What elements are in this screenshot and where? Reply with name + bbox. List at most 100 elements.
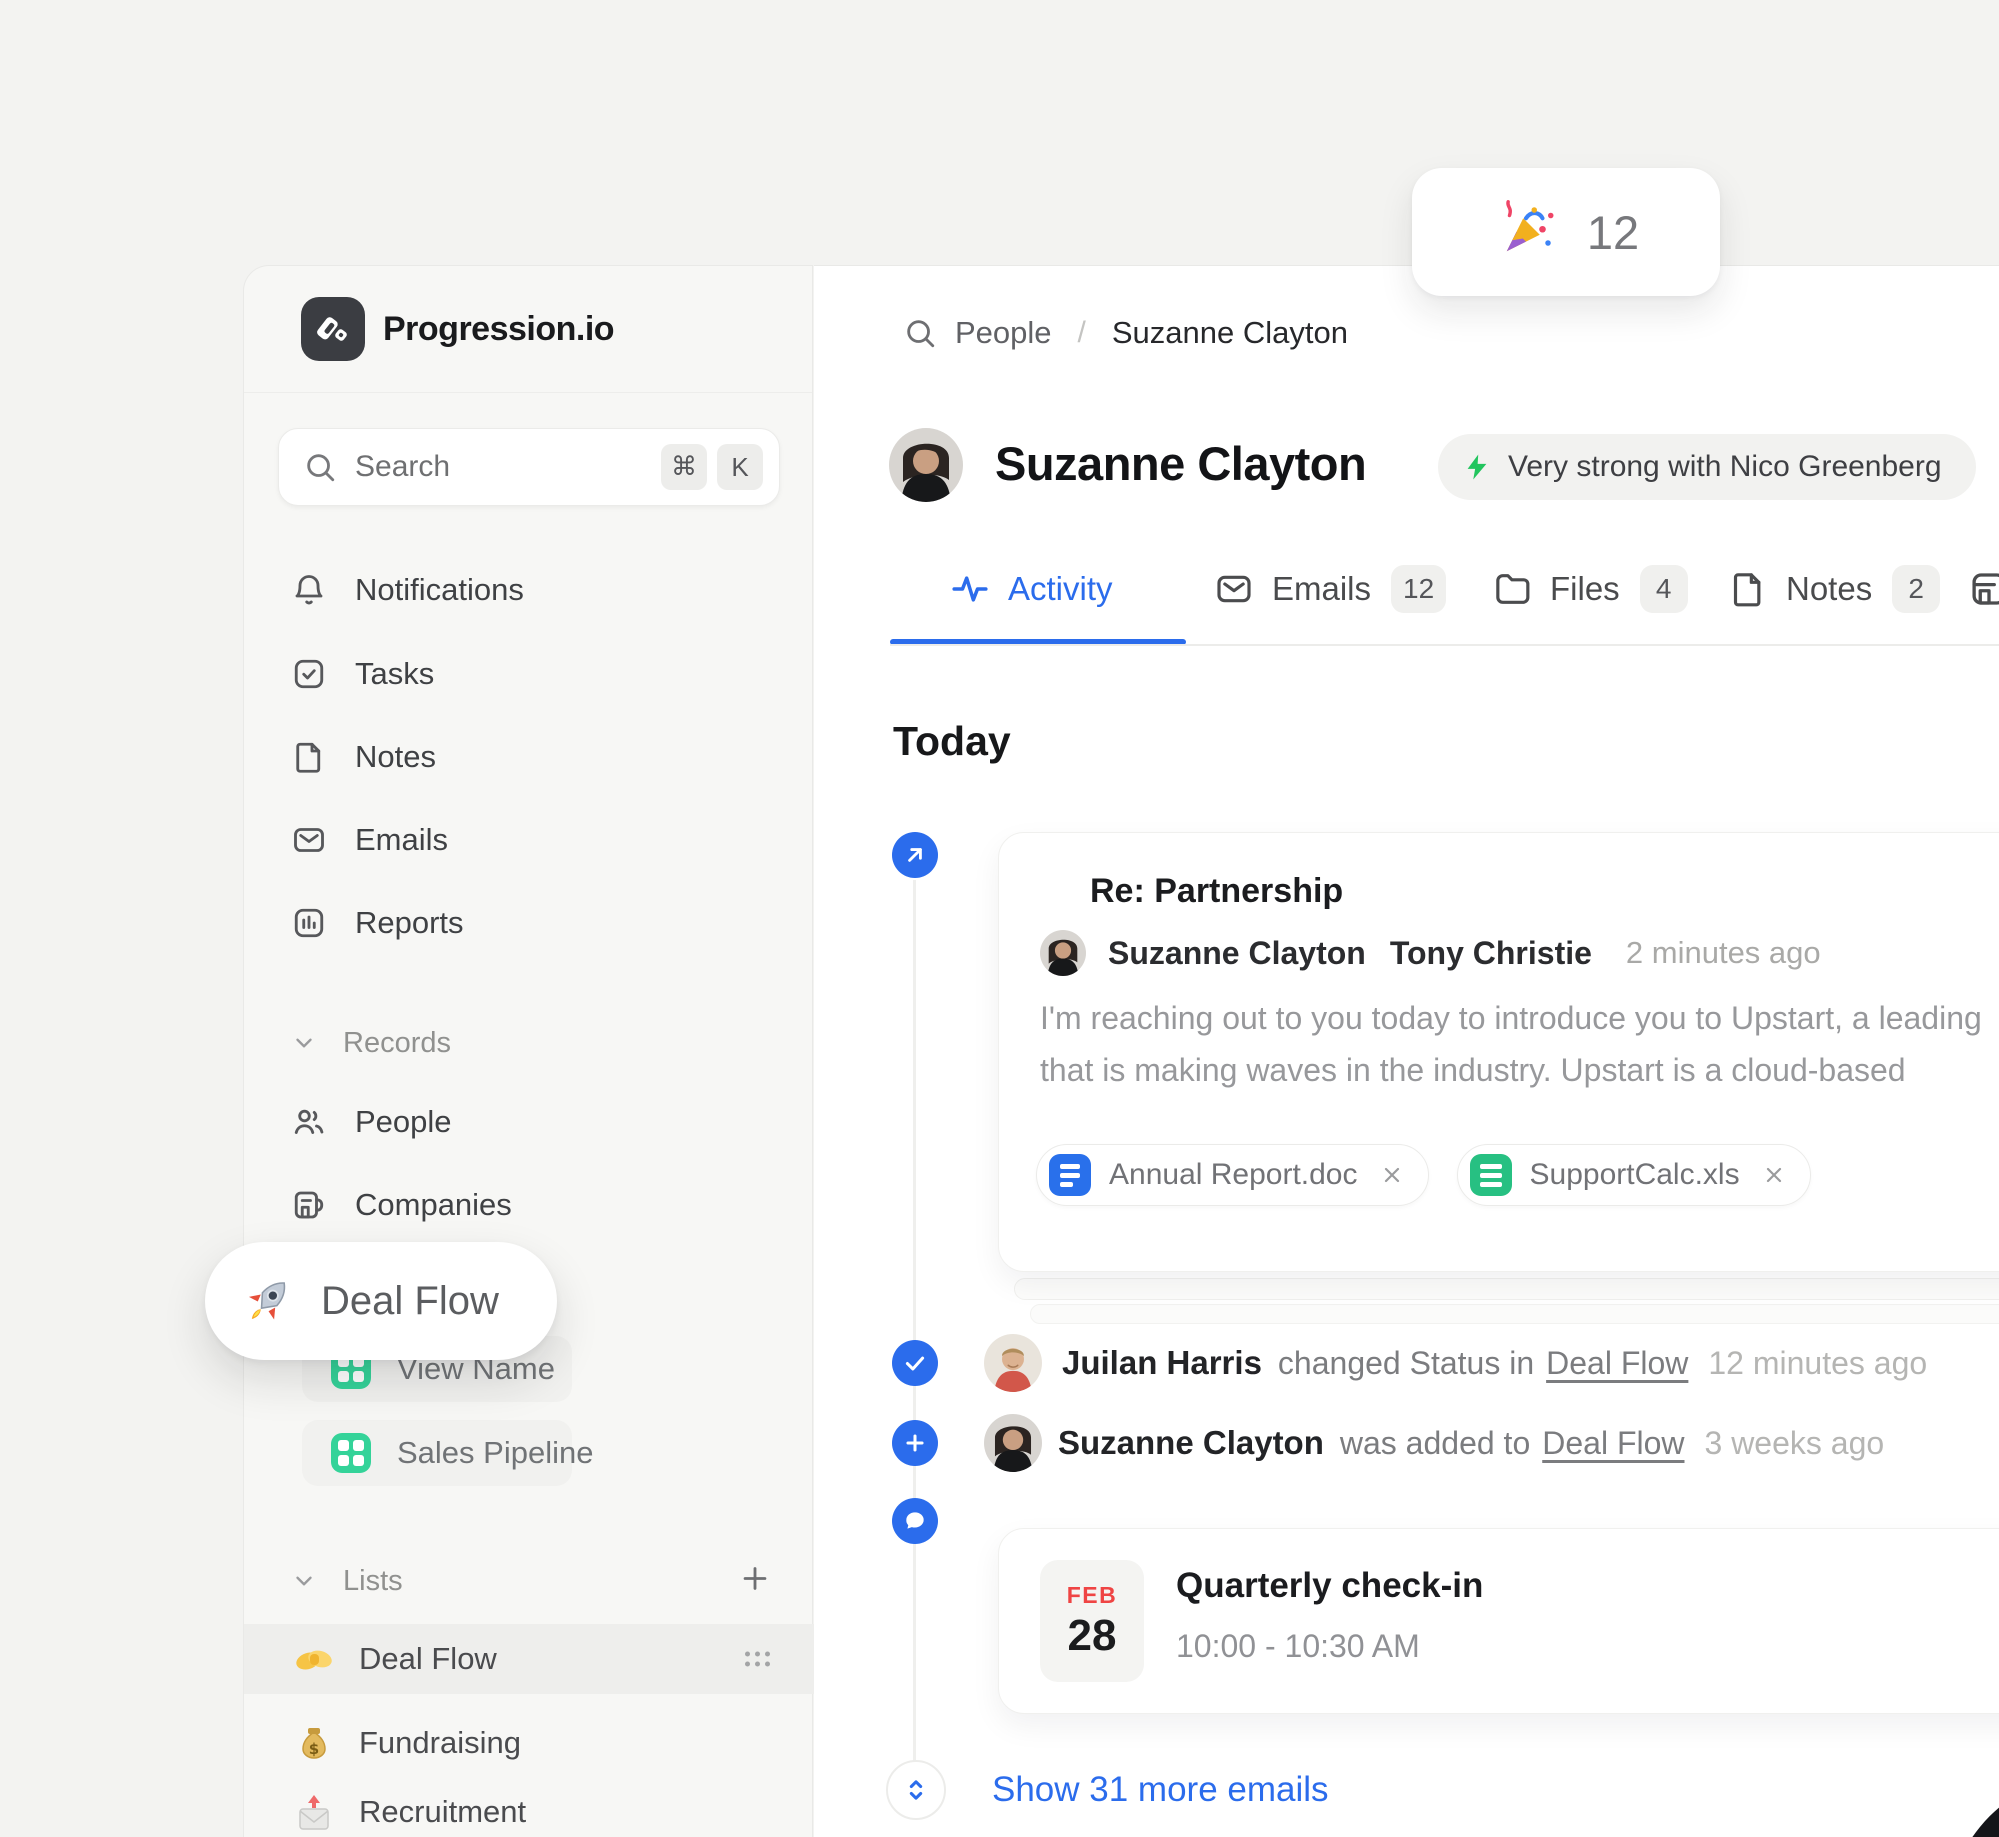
sidebar-item-label: Notes: [355, 739, 436, 775]
event-date-tile: FEB 28: [1040, 1560, 1144, 1682]
profile-avatar[interactable]: [889, 428, 963, 502]
tabs-divider: [890, 644, 1999, 646]
sidebar-item-label: Companies: [355, 1187, 512, 1223]
activity-actor[interactable]: Suzanne Clayton: [1058, 1424, 1324, 1462]
logo-glyph-icon: [313, 309, 353, 349]
activity-entry: Suzanne Clayton was added to Deal Flow 3…: [1058, 1420, 1884, 1466]
note-icon: [291, 739, 327, 775]
search-input[interactable]: Search ⌘ K: [278, 428, 780, 506]
event-day: 28: [1068, 1611, 1117, 1661]
chevron-down-icon: [291, 1568, 317, 1594]
sidebar-item-label: Emails: [355, 822, 448, 858]
reaction-card[interactable]: 12: [1412, 168, 1720, 296]
section-label: Records: [343, 1027, 451, 1060]
chevrons-up-down-icon: [902, 1776, 930, 1804]
email-body-line: I'm reaching out to you today to introdu…: [1040, 1000, 1982, 1037]
app-window: Progression.io Search ⌘ K Notifications: [0, 0, 1999, 1837]
people-icon: [291, 1104, 327, 1140]
incoming-envelope-icon: [291, 1789, 337, 1835]
tab-notes[interactable]: Notes 2: [1728, 560, 1940, 618]
sidebar-item-companies[interactable]: Companies: [244, 1173, 814, 1237]
envelope-icon: [1214, 569, 1254, 609]
event-title: Quarterly check-in: [1176, 1566, 1483, 1606]
sidebar-item-notifications[interactable]: Notifications: [244, 558, 814, 622]
view-label: Sales Pipeline: [397, 1435, 593, 1471]
sidebar-section-records[interactable]: Records: [244, 1011, 814, 1075]
event-card[interactable]: [998, 1528, 1999, 1714]
avatar: [1040, 930, 1086, 976]
remove-attachment-icon[interactable]: [1762, 1163, 1786, 1187]
bolt-icon: [1462, 452, 1492, 482]
avatar[interactable]: [984, 1334, 1042, 1392]
breadcrumb-section[interactable]: People: [955, 315, 1052, 351]
email-to[interactable]: Tony Christie: [1390, 935, 1592, 972]
activity-target-link[interactable]: Deal Flow: [1542, 1425, 1684, 1462]
workspace-name[interactable]: Progression.io: [383, 266, 614, 393]
added-marker: [892, 1420, 938, 1466]
sidebar-item-people[interactable]: People: [244, 1090, 814, 1154]
tab-more-partial[interactable]: [1968, 560, 1999, 618]
rocket-icon: [239, 1272, 297, 1330]
attachment-name: SupportCalc.xls: [1530, 1158, 1740, 1192]
attachment-chip[interactable]: Annual Report.doc: [1036, 1144, 1429, 1206]
attachment-chip[interactable]: SupportCalc.xls: [1457, 1144, 1811, 1206]
party-popper-icon: [1493, 199, 1559, 265]
email-stack-edge: [1014, 1278, 1999, 1300]
tab-label: Emails: [1272, 570, 1371, 608]
show-more-emails-link[interactable]: Show 31 more emails: [992, 1770, 1329, 1810]
activity-actor[interactable]: Juilan Harris: [1062, 1344, 1262, 1382]
timeline-group-label: Today: [893, 718, 1011, 765]
drag-preview-deal-flow[interactable]: Deal Flow: [205, 1242, 557, 1360]
email-attachments: Annual Report.doc SupportCalc.xls: [1036, 1144, 1811, 1206]
tab-label: Files: [1550, 570, 1620, 608]
sidebar-item-label: People: [355, 1104, 452, 1140]
sidebar-section-lists[interactable]: Lists: [244, 1549, 814, 1613]
list-label: Fundraising: [359, 1725, 521, 1761]
sidebar: Progression.io Search ⌘ K Notifications: [243, 265, 813, 1837]
tab-label: Notes: [1786, 570, 1872, 608]
attachment-name: Annual Report.doc: [1109, 1158, 1358, 1192]
page-title: Suzanne Clayton: [995, 436, 1366, 491]
arrow-up-right-icon: [902, 842, 928, 868]
drag-preview-label: Deal Flow: [321, 1279, 499, 1324]
company-icon: [291, 1187, 327, 1223]
email-byline: Suzanne Clayton Tony Christie 2 minutes …: [1040, 928, 1821, 978]
activity-target-link[interactable]: Deal Flow: [1546, 1345, 1688, 1382]
expand-marker[interactable]: [886, 1760, 946, 1820]
sidebar-list-fundraising[interactable]: $ Fundraising: [244, 1708, 814, 1778]
email-timestamp: 2 minutes ago: [1626, 935, 1821, 971]
outgoing-email-marker: [892, 832, 938, 878]
email-subject: Re: Partnership: [1090, 872, 1343, 911]
shortcut-k-key: K: [717, 444, 763, 490]
workspace-header: Progression.io: [244, 266, 812, 393]
chat-bubble-icon: [902, 1508, 928, 1534]
add-list-button[interactable]: [738, 1562, 772, 1601]
sidebar-item-reports[interactable]: Reports: [244, 891, 814, 955]
remove-attachment-icon[interactable]: [1380, 1163, 1404, 1187]
event-time: 10:00 - 10:30 AM: [1176, 1628, 1420, 1665]
sidebar-item-emails[interactable]: Emails: [244, 808, 814, 872]
tab-files[interactable]: Files 4: [1492, 560, 1688, 618]
tab-activity[interactable]: Activity: [950, 560, 1113, 618]
activity-action: was added to: [1340, 1425, 1530, 1462]
drag-handle-icon[interactable]: [745, 1652, 770, 1667]
folder-icon: [1492, 569, 1532, 609]
doc-file-icon: [1049, 1154, 1091, 1196]
sidebar-item-tasks[interactable]: Tasks: [244, 642, 814, 706]
envelope-icon: [291, 822, 327, 858]
avatar[interactable]: [984, 1414, 1042, 1472]
breadcrumb-current: Suzanne Clayton: [1112, 315, 1348, 351]
list-label: Deal Flow: [359, 1641, 497, 1677]
activity-timestamp: 12 minutes ago: [1708, 1345, 1927, 1382]
sidebar-list-recruitment[interactable]: Recruitment: [244, 1777, 814, 1837]
tab-emails[interactable]: Emails 12: [1214, 560, 1446, 618]
email-from[interactable]: Suzanne Clayton: [1108, 935, 1366, 972]
relationship-badge[interactable]: Very strong with Nico Greenberg: [1438, 434, 1976, 500]
sidebar-item-label: Tasks: [355, 656, 434, 692]
reaction-count: 12: [1587, 205, 1639, 260]
event-month: FEB: [1067, 1582, 1118, 1609]
sidebar-item-notes[interactable]: Notes: [244, 725, 814, 789]
svg-text:$: $: [309, 1740, 319, 1758]
sidebar-list-deal-flow[interactable]: Deal Flow: [244, 1624, 814, 1694]
sidebar-view-sales-pipeline[interactable]: Sales Pipeline: [244, 1418, 814, 1488]
